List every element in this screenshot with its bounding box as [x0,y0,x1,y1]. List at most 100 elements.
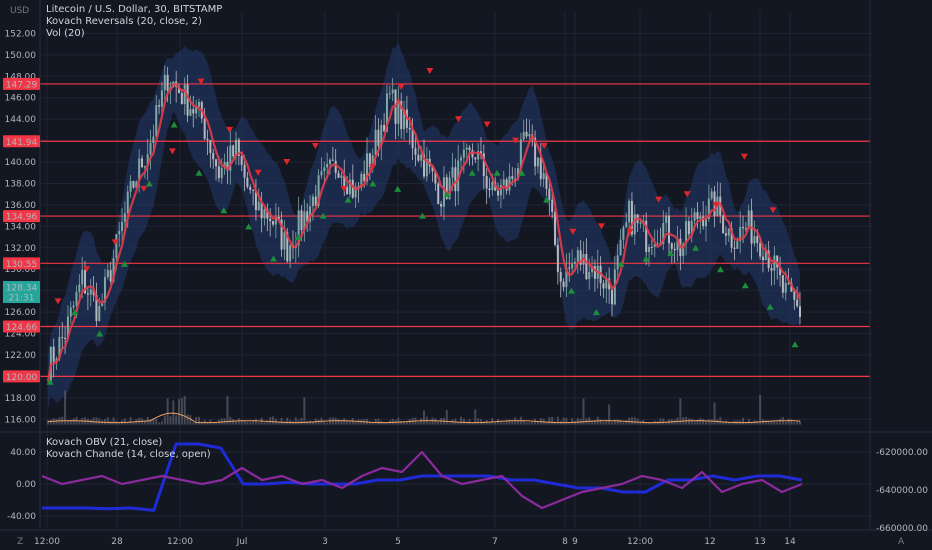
auto-scale-button[interactable]: A [898,537,904,547]
candle-body [551,199,554,213]
price-tick-label: 152.00 [5,29,37,39]
volume-bar [195,416,198,425]
volume-bar [693,421,696,425]
volume-bar [742,417,745,425]
volume-bar [163,415,166,425]
volume-bar [630,417,633,425]
volume-bar [602,422,605,425]
candle-body [770,268,773,271]
candle-body [351,179,354,198]
candle-body [568,267,571,269]
candle-body [799,306,801,317]
volume-bar [776,421,779,425]
candle-body [391,89,394,94]
candle-body [197,101,200,107]
price-tick-label: 116.00 [5,415,37,425]
candle-body [753,236,756,244]
volume-bar [323,421,326,425]
volume-bar [531,421,534,425]
candle-body [673,248,676,251]
candle-body [232,145,235,157]
candle-body [209,140,212,153]
volume-bar [687,418,690,425]
candle-body [118,231,121,235]
time-tick-label: 12:00 [167,537,193,547]
volume-bar [494,422,497,425]
volume-bar [343,418,346,425]
volume-bar [705,420,707,425]
volume-bar [548,417,551,425]
osc-right-tick: -640000.00 [876,486,928,496]
candle-body [440,203,443,207]
volume-bar [197,416,200,425]
candle-body [468,147,471,150]
volume-bar [702,418,705,425]
candle-body [705,218,707,227]
candle-body [724,233,727,236]
candle-body [611,289,613,305]
volume-bar [556,416,559,425]
candle-body [158,105,161,107]
volume-bar [699,418,702,425]
candle-body [759,243,762,257]
price-tick-label: 140.00 [5,158,37,168]
volume-bar [545,422,548,425]
volume-bar [582,398,585,425]
candle-body [710,191,713,199]
volume-bar [112,417,115,425]
candle-body [414,148,417,155]
price-chart[interactable]: -40.00 0.00 40.00 -620000.00 -640000.00 -6600… [0,0,932,550]
volume-bar [269,417,272,425]
price-tick-label: 132.00 [5,244,37,254]
last-price-label: 128.34 [6,284,38,294]
price-tick-label: 126.00 [5,308,37,318]
candle-body [246,177,249,187]
candle-body [511,176,514,179]
volume-bar [183,395,186,425]
volume-bar [92,417,95,425]
candle-body [311,196,314,207]
candle-body [283,232,286,250]
candle-body [625,222,628,228]
candle-body [289,245,292,262]
candle-body [98,306,101,322]
volume-bar [562,417,565,425]
time-tick-label: 28 [111,537,123,547]
volume-bar [477,418,480,425]
volume-bar [337,419,340,425]
candle-body [52,346,55,362]
candle-body [388,93,391,95]
candle-body [454,167,457,192]
candle-body [272,221,275,225]
candle-body [727,228,730,236]
candle-body [744,228,747,230]
volume-bar [175,415,178,425]
volume-bar [608,404,611,425]
timezone-button[interactable]: Z [17,537,23,547]
volume-bar [232,419,235,425]
candle-body [665,215,668,223]
candle-body [374,129,377,156]
candle-body [257,201,260,211]
candle-body [203,118,206,139]
candle-body [417,154,420,161]
volume-bar [186,414,189,425]
volume-bar [280,418,283,425]
candle-body [573,261,576,264]
volume-bar [397,417,400,425]
volume-bar [309,420,312,425]
time-tick-label: 12:00 [627,537,653,547]
volume-bar [434,418,437,425]
candle-body [622,227,625,240]
candle-body [78,284,81,292]
volume-bar [576,418,579,425]
candle-body [269,218,272,222]
time-tick-label: 3 [322,537,328,547]
candle-body [329,159,331,164]
volume-bar [764,420,767,425]
volume-bar [599,419,602,425]
volume-bar [662,418,665,425]
volume-bar [158,422,161,425]
candle-body [249,186,252,190]
volume-bar [229,416,232,425]
